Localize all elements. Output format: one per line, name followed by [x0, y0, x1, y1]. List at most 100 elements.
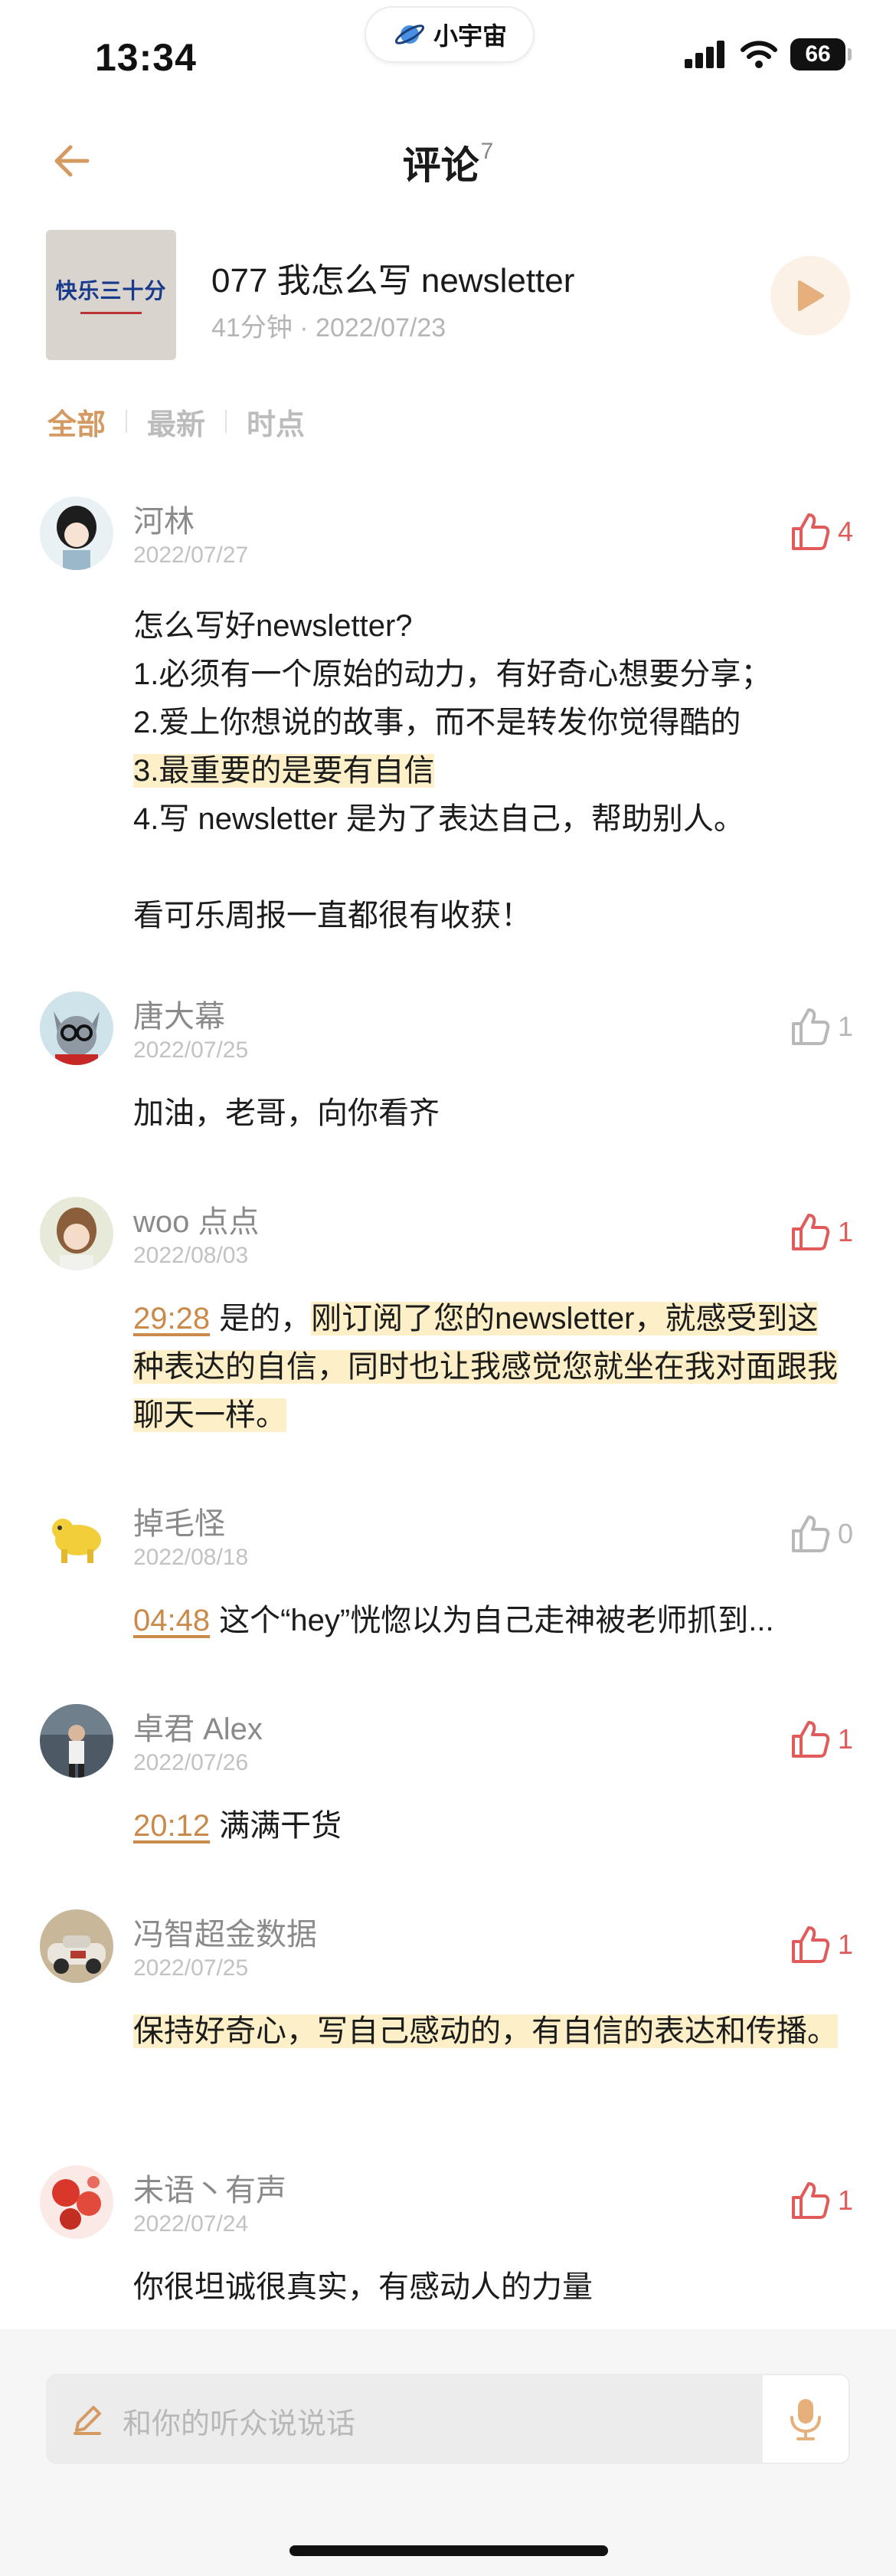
- avatar-image: [40, 497, 113, 570]
- tab-divider: [126, 410, 128, 433]
- comment-plain-text: 满满干货: [219, 1809, 342, 1843]
- comment-date: 2022/07/25: [133, 1037, 249, 1063]
- commenter-name[interactable]: woo 点点: [133, 1197, 260, 1241]
- avatar[interactable]: [40, 497, 113, 570]
- comment-text: 保持好奇心，写自己感动的，有自信的表达和传播。: [133, 2007, 838, 2056]
- comment-date: 2022/07/26: [133, 1750, 249, 1775]
- comment-text: 29:28 是的，刚订阅了您的newsletter，就感受到这种表达的自信，同时也…: [133, 1295, 838, 1440]
- episode-meta: 41分钟 · 2022/07/23: [211, 313, 446, 342]
- episode-cover: 快乐三十分 ▬▬▬▬▬▬▬▬: [46, 230, 176, 360]
- timestamp-link[interactable]: 29:28: [133, 1302, 210, 1336]
- like-button[interactable]: 1: [789, 1005, 853, 1048]
- comment-item: 卓君 Alex 2022/07/26 1 20:12 满满干货: [0, 1704, 896, 1873]
- comment-input-bar: 和你的听众说说话: [0, 2329, 896, 2576]
- like-count: 1: [837, 1723, 853, 1755]
- status-time: 13:34: [95, 36, 197, 79]
- thumbs-up-icon: [791, 1516, 830, 1552]
- home-indicator[interactable]: [289, 2545, 608, 2556]
- avatar[interactable]: [40, 2165, 113, 2239]
- comment-plain-text: 是的，: [219, 1302, 312, 1336]
- comment-text: 加油，老哥，向你看齐: [133, 1096, 440, 1130]
- commenter-name[interactable]: 掉毛怪: [133, 1499, 225, 1543]
- commenter-name[interactable]: 未语丶有声: [133, 2165, 286, 2210]
- comment-item: 唐大幕 2022/07/25 1 加油，老哥，向你看齐: [0, 991, 896, 1160]
- avatar-image: [40, 1909, 113, 1983]
- timestamp-link[interactable]: 04:48: [133, 1604, 210, 1637]
- status-bar: 13:34 小宇宙 66: [0, 0, 896, 107]
- comment-item: 河林 2022/07/27 4 怎么写好newsletter? 1.必须有一个原…: [0, 497, 896, 972]
- tab-all[interactable]: 全部: [47, 401, 106, 443]
- page-title-text: 评论: [402, 144, 479, 187]
- like-button[interactable]: 1: [789, 1923, 853, 1966]
- comment-item: 未语丶有声 2022/07/24 1 你很坦诚很真实，有感动人的力量: [0, 2165, 896, 2334]
- comment-input[interactable]: 和你的听众说说话: [46, 2374, 850, 2464]
- comment-line: 4.写 newsletter 是为了表达自己，帮助别人。: [133, 802, 744, 836]
- play-icon: [798, 280, 824, 311]
- like-button[interactable]: 1: [789, 1211, 853, 1254]
- avatar[interactable]: [40, 1499, 113, 1572]
- like-count: 1: [837, 1929, 853, 1960]
- battery-icon: 66: [790, 38, 852, 70]
- input-placeholder: 和你的听众说说话: [123, 2408, 356, 2440]
- voice-input-button[interactable]: [761, 2374, 850, 2464]
- tab-divider: [225, 410, 227, 433]
- like-button[interactable]: 1: [789, 2179, 853, 2222]
- comment-tabs: 全部 最新 时点: [47, 398, 305, 444]
- avatar[interactable]: [40, 1909, 113, 1983]
- commenter-name[interactable]: 冯智超金数据: [133, 1909, 317, 1954]
- like-button[interactable]: 1: [789, 1718, 853, 1761]
- highlighted-text: 保持好奇心，写自己感动的，有自信的表达和传播。: [133, 2014, 838, 2048]
- thumbs-up-icon: [791, 2182, 830, 2219]
- play-button[interactable]: [770, 256, 850, 336]
- like-count: 4: [837, 516, 853, 547]
- like-button[interactable]: 4: [789, 510, 853, 553]
- wifi-icon: [741, 41, 777, 68]
- like-count: 0: [837, 1518, 853, 1549]
- thumbs-up-icon: [791, 1008, 830, 1045]
- commenter-name[interactable]: 唐大幕: [133, 991, 225, 1036]
- avatar[interactable]: [40, 1704, 113, 1778]
- comment-item: 掉毛怪 2022/08/18 0 04:48 这个“hey”恍惚以为自己走神被老师…: [0, 1499, 896, 1667]
- avatar-image: [40, 1197, 113, 1270]
- comment-text: 20:12 满满干货: [133, 1802, 838, 1850]
- comment-plain-text: 这个“hey”恍惚以为自己走神被老师抓到...: [219, 1604, 774, 1637]
- comment-date: 2022/07/24: [133, 2211, 249, 2237]
- tab-timestamp[interactable]: 时点: [247, 401, 305, 443]
- comment-date: 2022/08/03: [133, 1243, 249, 1268]
- like-button[interactable]: 0: [789, 1512, 853, 1555]
- avatar-image: [40, 991, 113, 1065]
- comment-date: 2022/07/25: [133, 1955, 249, 1981]
- tab-latest[interactable]: 最新: [147, 401, 205, 443]
- avatar[interactable]: [40, 1197, 113, 1270]
- comment-line: 3.最重要的是要有自信: [133, 747, 838, 795]
- pencil-icon: [74, 2406, 101, 2435]
- avatar[interactable]: [40, 991, 113, 1065]
- episode-header[interactable]: 快乐三十分 ▬▬▬▬▬▬▬▬ 077 我怎么写 newsletter 41分钟 …: [0, 230, 896, 368]
- cover-decoration: ▬▬▬▬▬▬▬▬: [80, 307, 142, 316]
- comment-count: 7: [480, 139, 494, 164]
- avatar-image: [40, 2165, 113, 2239]
- like-count: 1: [837, 2184, 853, 2216]
- avatar-image: [40, 1704, 113, 1778]
- app-pill[interactable]: 小宇宙: [365, 6, 535, 63]
- cover-text: 快乐三十分: [55, 278, 167, 303]
- thumbs-up-icon: [791, 513, 830, 550]
- thumbs-up-icon: [791, 1214, 830, 1250]
- nav-bar: 评论7: [0, 115, 896, 207]
- comment-item: 冯智超金数据 2022/07/25 1 保持好奇心，写自己感动的，有自信的表达和…: [0, 1909, 896, 2132]
- signal-icon: [685, 41, 724, 68]
- comment-line: 看可乐周报一直都很有收获！: [133, 899, 531, 932]
- episode-title: 077 我怎么写 newsletter: [211, 262, 575, 300]
- comment-date: 2022/08/18: [133, 1545, 249, 1570]
- comment-text: 04:48 这个“hey”恍惚以为自己走神被老师抓到...: [133, 1597, 838, 1645]
- comment-line: [133, 844, 838, 892]
- comment-line: 1.必须有一个原始的动力，有好奇心想要分享；: [133, 657, 772, 691]
- timestamp-link[interactable]: 20:12: [133, 1809, 210, 1843]
- commenter-name[interactable]: 河林: [133, 497, 195, 541]
- thumbs-up-icon: [791, 1926, 830, 1963]
- commenter-name[interactable]: 卓君 Alex: [133, 1704, 263, 1748]
- microphone-icon: [790, 2399, 821, 2440]
- app-name: 小宇宙: [433, 22, 507, 50]
- comment-date: 2022/07/27: [133, 542, 249, 568]
- comment-text: 怎么写好newsletter? 1.必须有一个原始的动力，有好奇心想要分享； 2…: [133, 602, 838, 940]
